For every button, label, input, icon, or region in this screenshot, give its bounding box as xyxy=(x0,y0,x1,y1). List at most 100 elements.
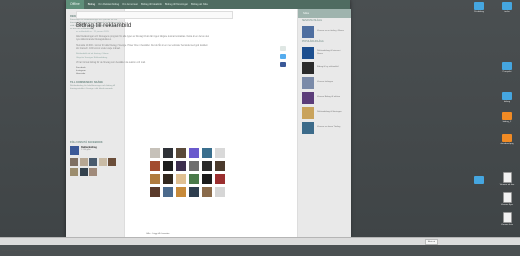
desktop-icon[interactable]: bidrag xyxy=(494,92,520,103)
gallery-thumb[interactable] xyxy=(176,187,186,197)
nav-item-hitta[interactable]: Bidrag att hitta xyxy=(191,3,208,6)
desktop-icon-label: Prospekt xyxy=(502,71,512,73)
share-buttons xyxy=(280,46,288,67)
popular-post[interactable]: Vinnare tävlingen xyxy=(298,75,351,90)
desktop-icon-label: Vinnare flyer xyxy=(500,204,514,206)
gallery-thumb[interactable] xyxy=(189,187,199,197)
facebook-icon xyxy=(70,146,79,155)
desktop-icon-label: bidrag xyxy=(503,101,511,103)
folder-icon xyxy=(474,2,484,10)
gallery-thumb[interactable] xyxy=(176,174,186,184)
folder-icon xyxy=(502,2,512,10)
desktop-icon-label: bidrag_2 xyxy=(502,121,512,123)
share-twitter-icon[interactable] xyxy=(280,54,286,59)
folder-icon xyxy=(502,62,512,70)
post-article: Bidrag till reklambild av reklambild.se … xyxy=(76,22,231,76)
recent-post[interactable]: Vinnare av en tävling i Skåne xyxy=(298,24,351,39)
gallery-thumb[interactable] xyxy=(163,174,173,184)
nav-item-foreningar[interactable]: Bidrag till föreningar xyxy=(165,3,188,6)
post-thumbnail xyxy=(302,76,314,89)
nav-item-bidrag[interactable]: Bidrag xyxy=(88,3,96,6)
recent-post-title: Vinnare av en tävling i Skåne xyxy=(317,30,344,33)
desktop-icons: Prisbidrag tavlor Prospekt bidrag bidrag… xyxy=(460,0,520,245)
file-icon xyxy=(502,112,512,120)
avatar xyxy=(108,158,116,166)
post-meta: av reklambild.se · 21 januari 2015 xyxy=(76,31,109,33)
gallery-thumb[interactable] xyxy=(189,148,199,158)
gallery-thumb[interactable] xyxy=(202,174,212,184)
gallery-thumb[interactable] xyxy=(150,148,160,158)
gallery-thumb[interactable] xyxy=(163,148,173,158)
avatar xyxy=(89,167,97,176)
gallery-thumb[interactable] xyxy=(202,187,212,197)
gallery-thumb[interactable] xyxy=(189,161,199,171)
post-link[interactable]: Reklambild vid ett företag i Skåne xyxy=(76,53,231,55)
desktop-icon[interactable]: Prisbidrag xyxy=(466,2,492,13)
desktop-icon[interactable]: Prospekt xyxy=(494,62,520,73)
avatar xyxy=(89,158,97,166)
status-button[interactable]: Skriv ut xyxy=(424,239,438,245)
gallery-thumb[interactable] xyxy=(202,148,212,158)
gallery-thumb[interactable] xyxy=(215,148,225,158)
share-facebook-icon[interactable] xyxy=(280,62,286,67)
gallery-thumb[interactable] xyxy=(189,174,199,184)
file-icon xyxy=(502,134,512,142)
search-field[interactable] xyxy=(76,11,236,28)
gallery-thumb[interactable] xyxy=(150,161,160,171)
popular-post-title: Vinnare av skåne Tävling xyxy=(317,126,341,129)
desktop-icon-label: Vinnare att fixa xyxy=(499,184,515,186)
desktop-icon[interactable]: Vinnare att fixa xyxy=(494,172,520,186)
site-nav: Bidrag Om Reklambidrag Om Annonser Bidra… xyxy=(88,3,208,6)
popular-post[interactable]: Vinnare Bidrag till reklam xyxy=(298,90,351,105)
desktop-icon-label: tavlor xyxy=(504,11,510,13)
avatar xyxy=(70,167,78,176)
gallery-thumb[interactable] xyxy=(215,161,225,171)
post-thumbnail xyxy=(302,46,314,59)
gallery-thumb[interactable] xyxy=(202,161,212,171)
gallery-thumb[interactable] xyxy=(176,161,186,171)
desktop-icon[interactable]: Vinnare flyer xyxy=(494,192,520,206)
gallery-thumb[interactable] xyxy=(215,187,225,197)
post-link[interactable]: Uttrycka Sveriges Reklambidrag xyxy=(76,57,231,59)
gallery-thumb[interactable] xyxy=(163,187,173,197)
list-item: Hemsidor xyxy=(76,73,86,75)
popular-post[interactable]: Reklambidrag till vinnare i Skåne xyxy=(298,45,351,60)
desktop-icon-label: Vinnare lista xyxy=(501,224,513,226)
nav-item-om-reklambidrag[interactable]: Om Reklambidrag xyxy=(98,3,119,6)
folder-icon xyxy=(474,176,484,184)
post-bullets: Facebook Instagram Hemsidor xyxy=(76,67,231,76)
sidebar-section-facebook: Följ oss på Facebook Reklambidrag 1 240 … xyxy=(70,141,122,176)
post-thumbnail xyxy=(302,61,314,74)
sidebar-heading: Till kommuner i Skåne xyxy=(70,81,103,84)
gallery-thumb[interactable] xyxy=(150,174,160,184)
share-email-icon[interactable] xyxy=(280,46,286,51)
site-topbar: Offline Bidrag Om Reklambidrag Om Annons… xyxy=(66,0,350,9)
gallery-thumb[interactable] xyxy=(176,148,186,158)
popular-post[interactable]: Bidrag till ny reklambild xyxy=(298,60,351,75)
desktop-icon[interactable]: Vinnare lista xyxy=(494,212,520,226)
nav-item-lokalinfo[interactable]: Bidrag till lokalinfo xyxy=(141,3,162,6)
status-bar: Mer med Facebook — reklambidrag.se Skriv… xyxy=(0,237,520,252)
gallery-thumb[interactable] xyxy=(215,174,225,184)
gallery-thumb[interactable] xyxy=(150,187,160,197)
popular-post-title: Reklambidrag till vinnare i Skåne xyxy=(317,49,341,55)
like-row[interactable]: Gilla · Lägg till i favoriter xyxy=(146,233,169,235)
post-title: Bidrag till reklambild xyxy=(76,22,132,29)
post-paragraph: Vi har format bidrag för de företag som … xyxy=(76,62,146,64)
document-icon xyxy=(502,212,512,223)
desktop-icon[interactable] xyxy=(466,176,492,184)
right-sidebar: Söka Senaste inlägg Vinnare av en tävlin… xyxy=(297,9,351,238)
nav-item-om-annonser[interactable]: Om Annonser xyxy=(122,3,138,6)
site-logo[interactable]: Offline xyxy=(66,0,84,9)
popular-post[interactable]: Vinnare av skåne Tävling xyxy=(298,120,351,135)
sidebar-section-kommuner: Till kommuner i Skåne Reklambidrag för l… xyxy=(70,81,122,91)
popular-post-title: Reklambidrag till företagen xyxy=(317,111,342,114)
post-thumbnail xyxy=(302,91,314,104)
facebook-widget[interactable]: Reklambidrag 1 240 gillar xyxy=(70,146,122,155)
gallery-thumb[interactable] xyxy=(163,161,173,171)
desktop-icon[interactable]: bidrag_2 xyxy=(494,112,520,123)
desktop-icon[interactable]: tavlor xyxy=(494,2,520,13)
desktop-icon[interactable]: skrivbord.png xyxy=(494,134,520,145)
right-sidebar-header: Söka xyxy=(298,9,351,18)
popular-post[interactable]: Reklambidrag till företagen xyxy=(298,105,351,120)
